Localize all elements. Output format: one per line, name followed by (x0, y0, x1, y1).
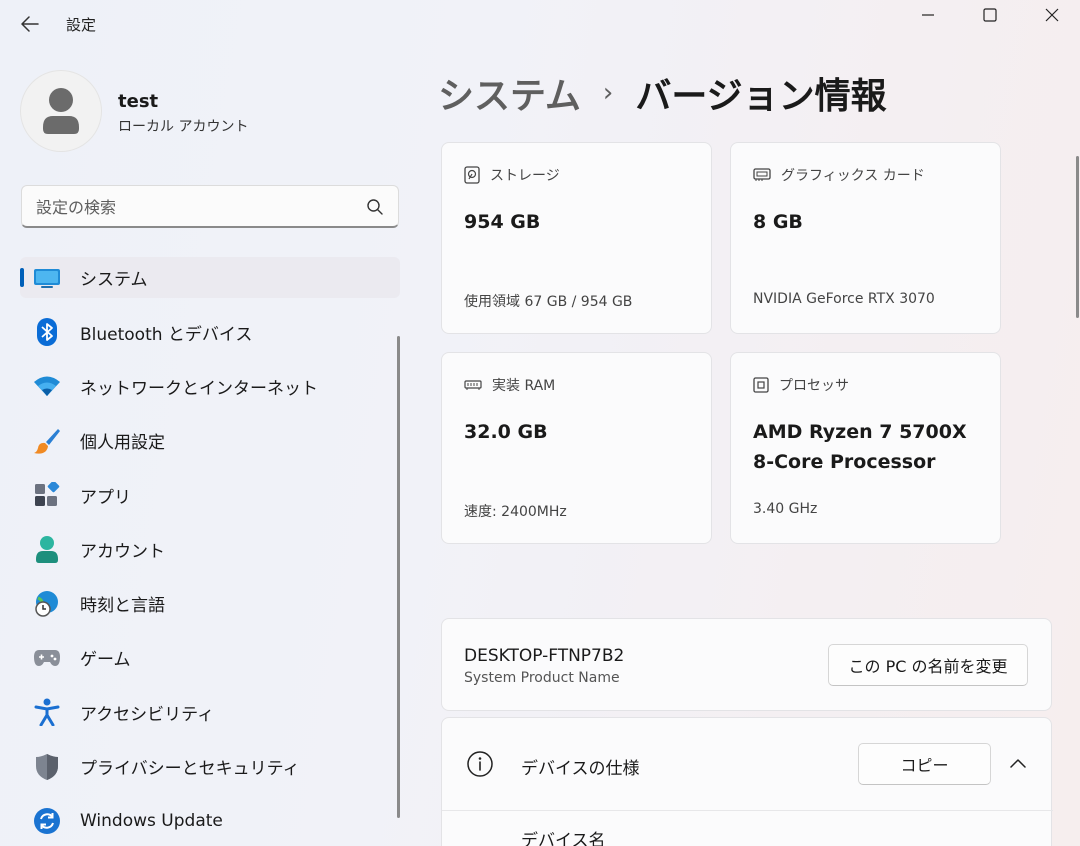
device-specs-panel: デバイスの仕様 コピー デバイス名 (441, 717, 1053, 846)
apps-icon (33, 481, 61, 509)
sidebar-item-privacy-security[interactable]: プライバシーとセキュリティ (20, 739, 400, 793)
card-title: プロセッサ (779, 378, 849, 394)
processor-name-line2: 8-Core Processor (753, 451, 936, 473)
device-name: DESKTOP-FTNP7B2 (464, 646, 625, 666)
search-input[interactable] (36, 195, 356, 219)
sidebar-nav: システム Bluetooth とデバイス ネットワークとインターネット 個人用設… (20, 251, 400, 846)
sidebar-item-network[interactable]: ネットワークとインターネット (20, 359, 400, 413)
card-value: AMD Ryzen 7 5700X 8-Core Processor (753, 417, 993, 477)
processor-card: プロセッサ AMD Ryzen 7 5700X 8-Core Processor… (730, 352, 1001, 544)
back-button[interactable] (14, 8, 46, 40)
maximize-button[interactable] (960, 0, 1020, 30)
storage-card: ストレージ 954 GB 使用領域 67 GB / 954 GB (441, 142, 712, 334)
search-box[interactable] (21, 185, 399, 228)
chevron-up-icon[interactable] (1008, 754, 1028, 774)
card-title: ストレージ (490, 168, 560, 184)
device-model: System Product Name (464, 670, 620, 686)
sidebar-item-label: アカウント (80, 541, 165, 562)
rename-pc-button[interactable]: この PC の名前を変更 (828, 644, 1028, 686)
sidebar-item-bluetooth[interactable]: Bluetooth とデバイス (20, 305, 400, 359)
sidebar-item-accessibility[interactable]: アクセシビリティ (20, 685, 400, 739)
card-header: 実装 RAM (464, 375, 555, 395)
memory-icon (464, 380, 482, 390)
close-button[interactable] (1022, 0, 1080, 30)
sidebar-item-label: ネットワークとインターネット (80, 378, 318, 399)
sidebar-item-accounts[interactable]: アカウント (20, 522, 400, 576)
accessibility-icon (33, 698, 61, 727)
minimize-icon (922, 14, 934, 16)
maximize-icon (983, 8, 997, 22)
device-name-panel: DESKTOP-FTNP7B2 System Product Name この P… (441, 618, 1052, 711)
shield-icon (33, 753, 61, 781)
device-specs-title: デバイスの仕様 (521, 759, 640, 779)
ram-card: 実装 RAM 32.0 GB 速度: 2400MHz (441, 352, 712, 544)
update-icon (33, 807, 61, 835)
sidebar-item-label: 時刻と言語 (80, 596, 165, 617)
sidebar-item-label: システム (80, 270, 148, 290)
sidebar-item-apps[interactable]: アプリ (20, 468, 400, 522)
breadcrumb-separator: › (602, 78, 614, 108)
card-header: プロセッサ (753, 375, 849, 395)
card-subtext: 速度: 2400MHz (464, 504, 567, 520)
card-header: ストレージ (464, 165, 560, 185)
sidebar-item-windows-update[interactable]: Windows Update (20, 794, 400, 846)
sidebar-item-label: 個人用設定 (80, 433, 165, 454)
account-icon (33, 535, 61, 564)
content-scrollbar[interactable] (1076, 156, 1079, 318)
person-icon (43, 88, 79, 134)
processor-name-line1: AMD Ryzen 7 5700X (753, 421, 967, 443)
sidebar-item-label: Bluetooth とデバイス (80, 324, 253, 345)
wifi-icon (33, 372, 61, 400)
card-subtext: 3.40 GHz (753, 501, 818, 517)
bluetooth-icon (33, 318, 61, 347)
card-title: グラフィックス カード (781, 168, 925, 184)
gamepad-icon (33, 644, 61, 672)
sidebar-item-label: アクセシビリティ (80, 704, 215, 725)
cpu-icon (753, 377, 769, 393)
copy-button[interactable]: コピー (858, 743, 991, 785)
sidebar-item-label: ゲーム (80, 650, 131, 671)
sidebar-item-gaming[interactable]: ゲーム (20, 631, 400, 685)
avatar (20, 70, 102, 152)
sidebar-item-label: プライバシーとセキュリティ (80, 759, 300, 780)
search-icon[interactable] (366, 198, 384, 216)
sidebar-item-time-language[interactable]: 時刻と言語 (20, 576, 400, 630)
system-icon (33, 264, 61, 292)
device-specs-header[interactable]: デバイスの仕様 コピー (442, 718, 1053, 811)
sidebar-scrollbar[interactable] (397, 336, 400, 818)
back-arrow-icon (21, 16, 39, 32)
sidebar-item-label: Windows Update (80, 810, 223, 831)
graphics-card: グラフィックス カード 8 GB NVIDIA GeForce RTX 3070 (730, 142, 1001, 334)
spec-row-label: デバイス名 (521, 831, 606, 846)
hard-drive-icon (464, 166, 480, 184)
card-value: 954 GB (464, 211, 541, 233)
brush-icon (33, 427, 61, 455)
user-profile[interactable]: test ローカル アカウント (20, 70, 400, 154)
card-subtext: 使用領域 67 GB / 954 GB (464, 294, 633, 310)
info-icon (467, 751, 493, 777)
title-bar: 設定 (0, 0, 1080, 48)
globe-clock-icon (33, 590, 61, 618)
card-header: グラフィックス カード (753, 165, 925, 185)
card-value: 8 GB (753, 211, 803, 233)
breadcrumb-parent[interactable]: システム (438, 67, 581, 119)
breadcrumb: システム › バージョン情報 (438, 66, 887, 120)
card-value: 32.0 GB (464, 421, 548, 443)
user-name: test (118, 91, 159, 112)
card-title: 実装 RAM (492, 378, 556, 394)
card-subtext: NVIDIA GeForce RTX 3070 (753, 291, 935, 307)
sidebar-item-personalization[interactable]: 個人用設定 (20, 414, 400, 468)
sidebar-item-label: アプリ (80, 487, 131, 508)
window-title: 設定 (66, 16, 97, 34)
page-title: バージョン情報 (635, 76, 887, 117)
minimize-button[interactable] (898, 0, 958, 30)
gpu-icon (753, 168, 771, 181)
close-icon (1045, 8, 1059, 22)
account-type: ローカル アカウント (118, 119, 249, 135)
sidebar-item-system[interactable]: システム (20, 257, 400, 298)
